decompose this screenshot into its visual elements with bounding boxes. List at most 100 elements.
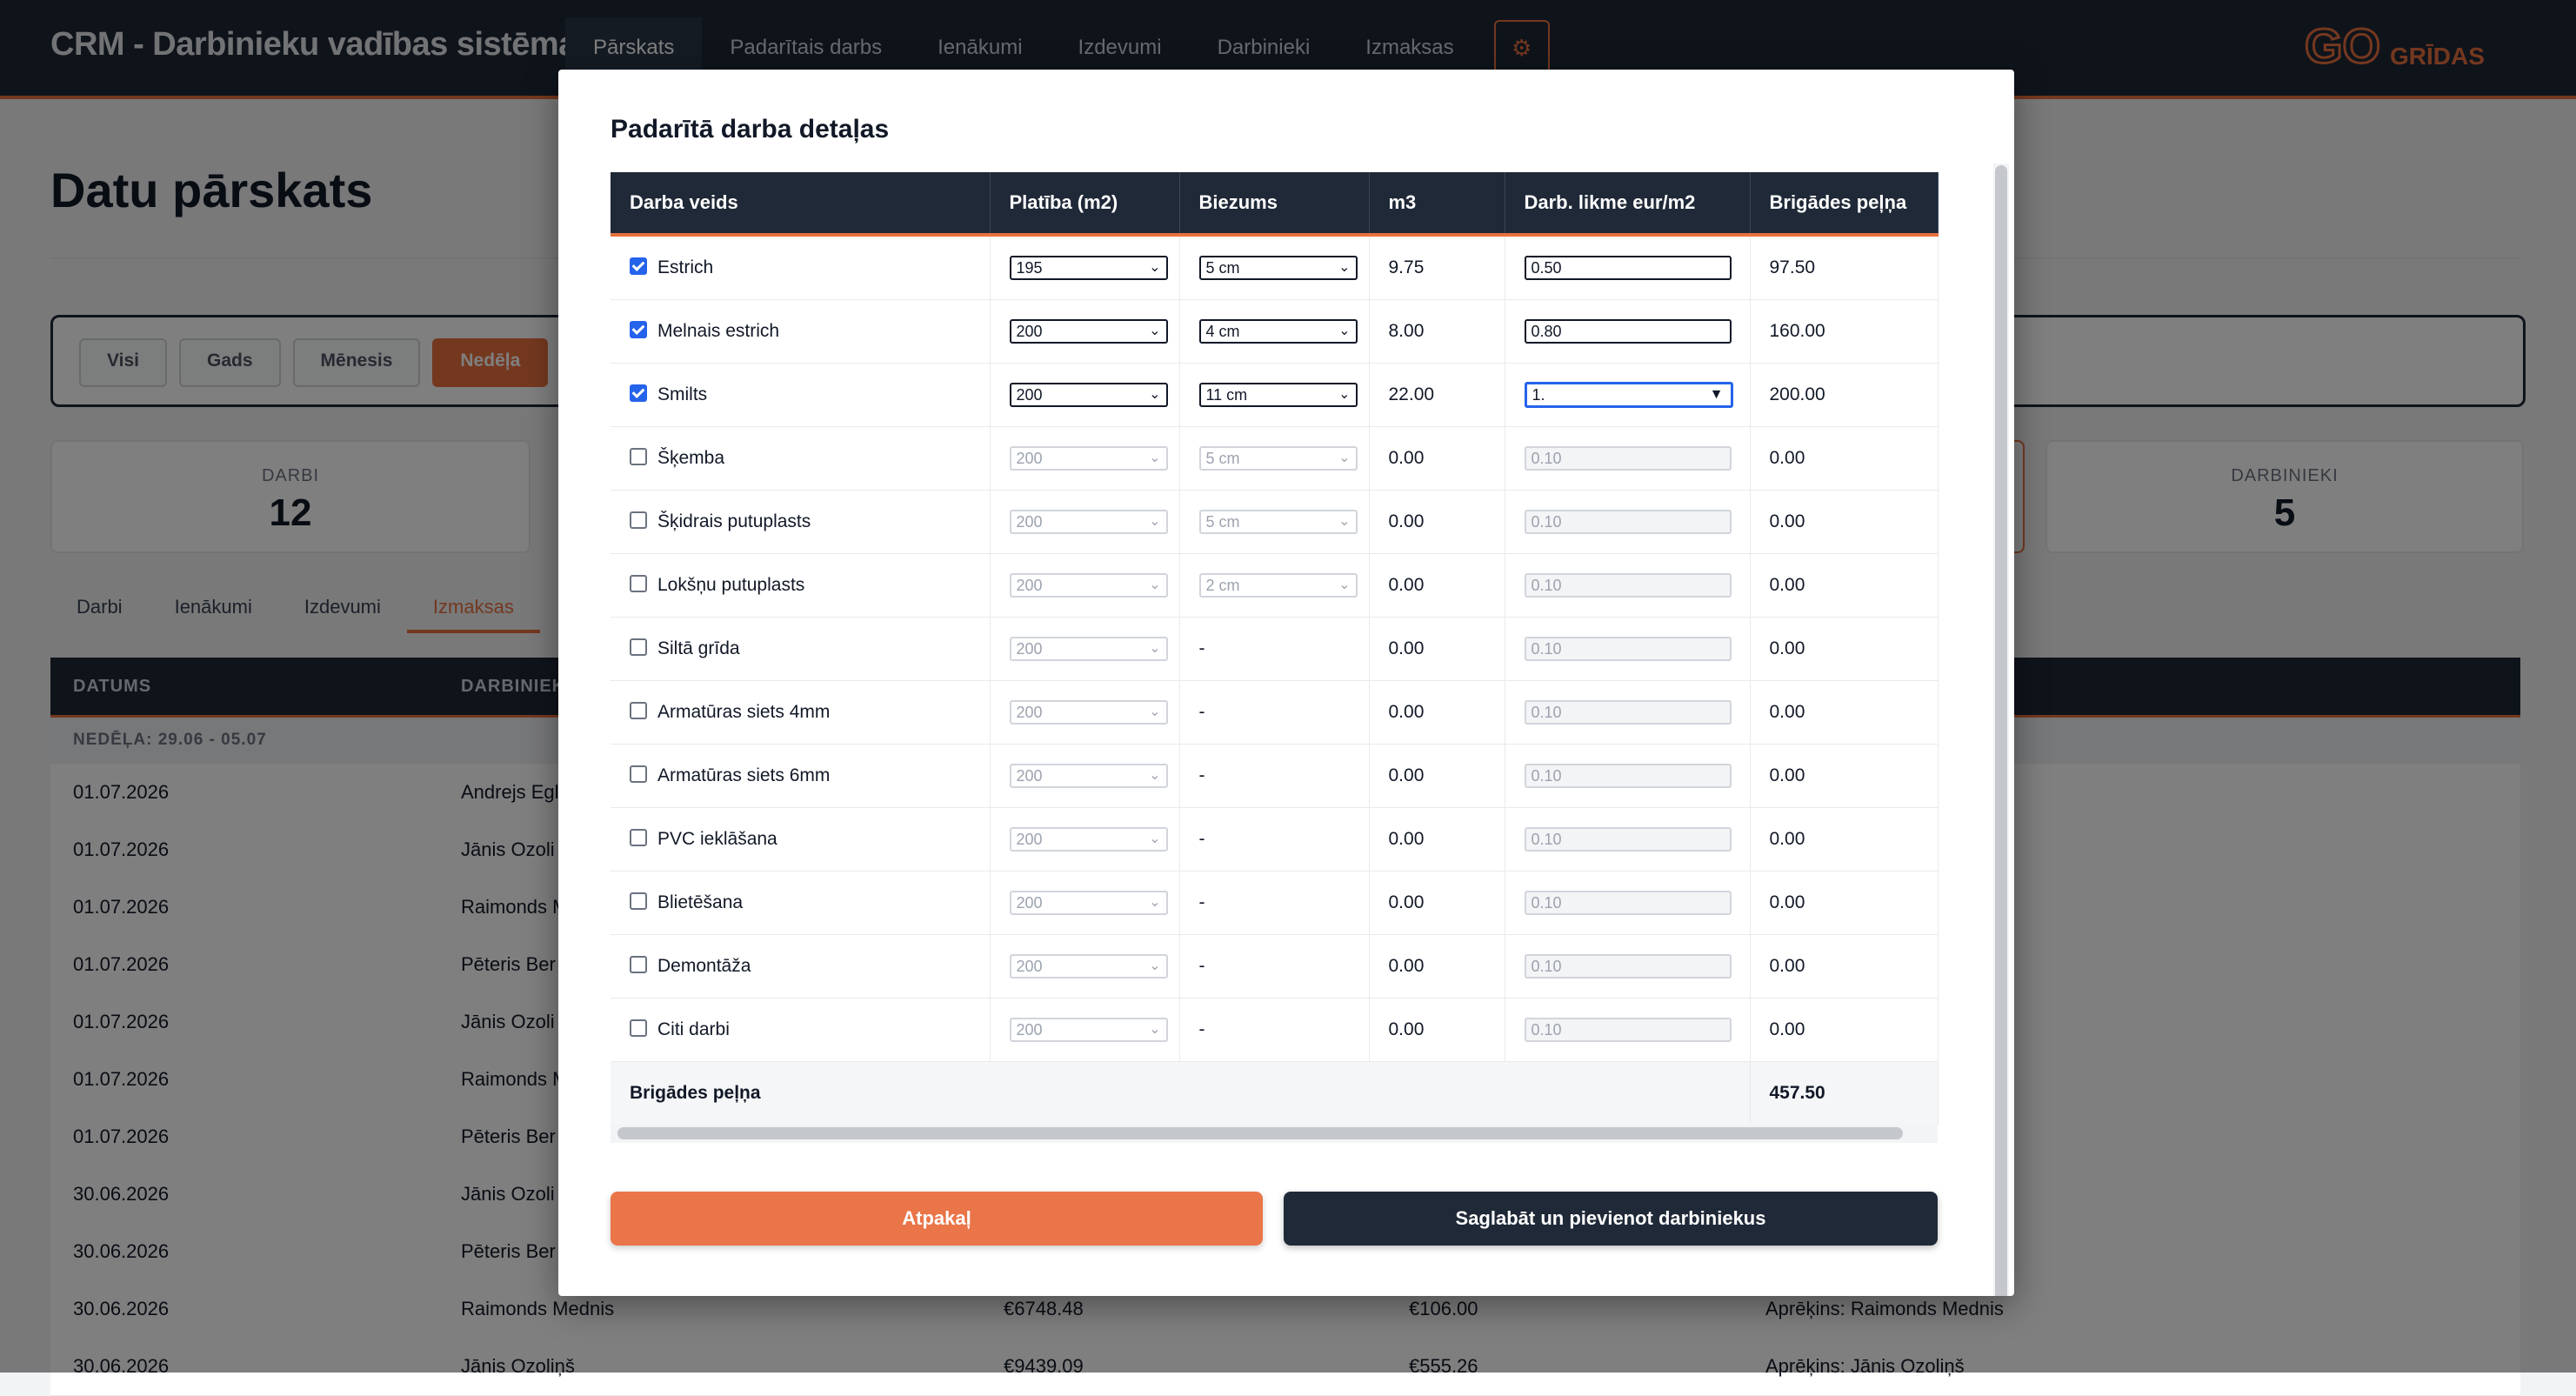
thickness-select[interactable]: 5 cm ⌄ bbox=[1198, 446, 1358, 471]
work-type-checkbox[interactable] bbox=[630, 321, 647, 339]
work-type-label: Lokšņu putuplasts bbox=[657, 575, 805, 595]
area-cell: 200 ⌄ bbox=[990, 299, 1180, 364]
rate-cell: 0.10 bbox=[1505, 553, 1751, 618]
rate-cell: 0.10 bbox=[1505, 426, 1751, 491]
thickness-cell: - bbox=[1179, 934, 1370, 999]
area-select[interactable]: 200 ⌄ bbox=[1009, 383, 1168, 407]
back-button[interactable]: Atpakaļ bbox=[611, 1192, 1263, 1246]
work-item-row: Melnais estrich 200 ⌄ 4 cm ⌄ 8.00 0.80 160.00 bbox=[611, 299, 1939, 364]
work-type-cell: Šķemba bbox=[611, 426, 991, 491]
rate-input[interactable]: 0.10 bbox=[1524, 827, 1732, 852]
area-cell: 200 ⌄ bbox=[990, 680, 1180, 745]
rate-cell: 0.50 bbox=[1505, 235, 1751, 300]
rate-value: 0.10 bbox=[1531, 513, 1562, 531]
work-details-table: Darba veids Platība (m2) Biezums m3 Darb… bbox=[611, 172, 1939, 1125]
area-select[interactable]: 200 ⌄ bbox=[1009, 573, 1168, 598]
area-cell: 200 ⌄ bbox=[990, 617, 1180, 681]
rate-input[interactable]: 1. ▼ bbox=[1524, 382, 1733, 408]
area-value: 200 bbox=[1016, 513, 1043, 531]
thickness-select[interactable]: 5 cm ⌄ bbox=[1198, 510, 1358, 534]
autocomplete-dropdown-icon[interactable]: ▼ bbox=[1710, 384, 1724, 405]
column-header-thickness: Biezums bbox=[1179, 172, 1370, 237]
volume-m3: 0.00 bbox=[1369, 680, 1505, 745]
area-select[interactable]: 195 ⌄ bbox=[1009, 256, 1168, 280]
area-select[interactable]: 200 ⌄ bbox=[1009, 700, 1168, 725]
area-value: 200 bbox=[1016, 450, 1043, 467]
chevron-down-icon: ⌄ bbox=[1149, 1022, 1161, 1037]
volume-m3: 0.00 bbox=[1369, 934, 1505, 999]
volume-m3: 22.00 bbox=[1369, 363, 1505, 427]
work-type-label: Blietēšana bbox=[657, 892, 744, 912]
rate-input[interactable]: 0.10 bbox=[1524, 510, 1732, 534]
work-type-checkbox[interactable] bbox=[630, 575, 647, 593]
chevron-down-icon: ⌄ bbox=[1149, 514, 1161, 529]
rate-value: 0.10 bbox=[1531, 450, 1562, 467]
work-item-row: Citi darbi 200 ⌄ - 0.00 0.10 0.00 bbox=[611, 998, 1939, 1062]
area-cell: 200 ⌄ bbox=[990, 553, 1180, 618]
chevron-down-icon: ⌄ bbox=[1149, 832, 1161, 846]
area-select[interactable]: 200 ⌄ bbox=[1009, 446, 1168, 471]
thickness-select[interactable]: 5 cm ⌄ bbox=[1198, 256, 1358, 280]
rate-input[interactable]: 0.50 bbox=[1524, 256, 1732, 280]
thickness-value: 5 cm bbox=[1205, 450, 1240, 467]
work-type-checkbox[interactable] bbox=[630, 765, 647, 784]
area-select[interactable]: 200 ⌄ bbox=[1009, 891, 1168, 915]
area-select[interactable]: 200 ⌄ bbox=[1009, 827, 1168, 852]
rate-value: 0.10 bbox=[1531, 894, 1562, 912]
area-value: 200 bbox=[1016, 704, 1043, 721]
chevron-down-icon: ⌄ bbox=[1149, 958, 1161, 973]
rate-input[interactable]: 0.10 bbox=[1524, 1018, 1732, 1042]
rate-input[interactable]: 0.10 bbox=[1524, 954, 1732, 979]
rate-input[interactable]: 0.80 bbox=[1524, 319, 1732, 344]
rate-input[interactable]: 0.10 bbox=[1524, 573, 1732, 598]
area-select[interactable]: 200 ⌄ bbox=[1009, 954, 1168, 979]
thickness-select[interactable]: 2 cm ⌄ bbox=[1198, 573, 1358, 598]
work-type-checkbox[interactable] bbox=[630, 702, 647, 720]
area-select[interactable]: 200 ⌄ bbox=[1009, 1018, 1168, 1042]
area-cell: 200 ⌄ bbox=[990, 490, 1180, 554]
work-type-checkbox[interactable] bbox=[630, 956, 647, 974]
area-value: 200 bbox=[1016, 1021, 1043, 1039]
work-type-checkbox[interactable] bbox=[630, 257, 647, 276]
work-type-cell: Blietēšana bbox=[611, 871, 991, 935]
thickness-value: - bbox=[1198, 956, 1205, 976]
work-type-checkbox[interactable] bbox=[630, 638, 647, 657]
scrollbar-thumb[interactable] bbox=[617, 1127, 1903, 1139]
rate-input[interactable]: 0.10 bbox=[1524, 700, 1732, 725]
area-select[interactable]: 200 ⌄ bbox=[1009, 637, 1168, 661]
rate-value: 0.50 bbox=[1531, 259, 1562, 277]
work-item-row: PVC ieklāšana 200 ⌄ - 0.00 0.10 0.00 bbox=[611, 807, 1939, 872]
area-cell: 200 ⌄ bbox=[990, 871, 1180, 935]
thickness-select[interactable]: 4 cm ⌄ bbox=[1198, 319, 1358, 344]
work-type-cell: Melnais estrich bbox=[611, 299, 991, 364]
brigade-profit: 0.00 bbox=[1750, 998, 1939, 1062]
rate-value: 0.10 bbox=[1531, 767, 1562, 785]
thickness-select[interactable]: 11 cm ⌄ bbox=[1198, 383, 1358, 407]
rate-input[interactable]: 0.10 bbox=[1524, 891, 1732, 915]
chevron-down-icon: ⌄ bbox=[1338, 324, 1351, 338]
work-type-label: Melnais estrich bbox=[657, 321, 780, 341]
area-select[interactable]: 200 ⌄ bbox=[1009, 510, 1168, 534]
work-type-checkbox[interactable] bbox=[630, 448, 647, 466]
rate-cell: 0.80 bbox=[1505, 299, 1751, 364]
brigade-profit: 160.00 bbox=[1750, 299, 1939, 364]
work-type-checkbox[interactable] bbox=[630, 829, 647, 847]
rate-input[interactable]: 0.10 bbox=[1524, 764, 1732, 788]
rate-value: 1. bbox=[1532, 386, 1545, 404]
area-select[interactable]: 200 ⌄ bbox=[1009, 319, 1168, 344]
work-type-label: Citi darbi bbox=[657, 1019, 730, 1039]
work-type-checkbox[interactable] bbox=[630, 384, 647, 403]
rate-input[interactable]: 0.10 bbox=[1524, 446, 1732, 471]
rate-cell: 0.10 bbox=[1505, 807, 1751, 872]
horizontal-scrollbar[interactable] bbox=[611, 1124, 1938, 1143]
rate-input[interactable]: 0.10 bbox=[1524, 637, 1732, 661]
chevron-down-icon: ⌄ bbox=[1149, 895, 1161, 910]
save-and-add-employees-button[interactable]: Saglabāt un pievienot darbiniekus bbox=[1284, 1192, 1938, 1246]
work-type-checkbox[interactable] bbox=[630, 1019, 647, 1038]
work-type-checkbox[interactable] bbox=[630, 511, 647, 530]
scrollbar-thumb[interactable] bbox=[1995, 165, 2007, 1296]
area-select[interactable]: 200 ⌄ bbox=[1009, 764, 1168, 788]
work-type-label: Estrich bbox=[657, 257, 714, 277]
work-type-cell: Citi darbi bbox=[611, 998, 991, 1062]
work-type-checkbox[interactable] bbox=[630, 892, 647, 911]
